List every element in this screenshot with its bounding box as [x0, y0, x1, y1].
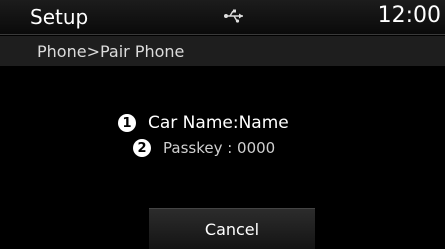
- screen-title: Setup: [30, 5, 89, 29]
- cancel-button[interactable]: Cancel: [149, 208, 315, 249]
- passkey-row: 2 Passkey : 0000: [133, 139, 275, 157]
- clock: 12:00: [377, 3, 441, 28]
- car-name-label: Car Name:: [148, 113, 239, 133]
- breadcrumb: Phone>Pair Phone: [37, 42, 185, 61]
- passkey-label: Passkey : 0000: [163, 139, 276, 157]
- status-bar: Setup 12:00: [0, 0, 445, 35]
- setup-screen: Setup 12:00 Phone>Pair Phone 1 Car Name:…: [0, 0, 445, 249]
- usb-icon: [224, 9, 243, 23]
- car-name-row: 1 Car Name: Name: [118, 113, 289, 133]
- breadcrumb-bar: Phone>Pair Phone: [0, 36, 445, 66]
- car-name-value: Name: [238, 113, 289, 133]
- step-1-badge: 1: [118, 114, 136, 132]
- step-2-badge: 2: [133, 139, 151, 157]
